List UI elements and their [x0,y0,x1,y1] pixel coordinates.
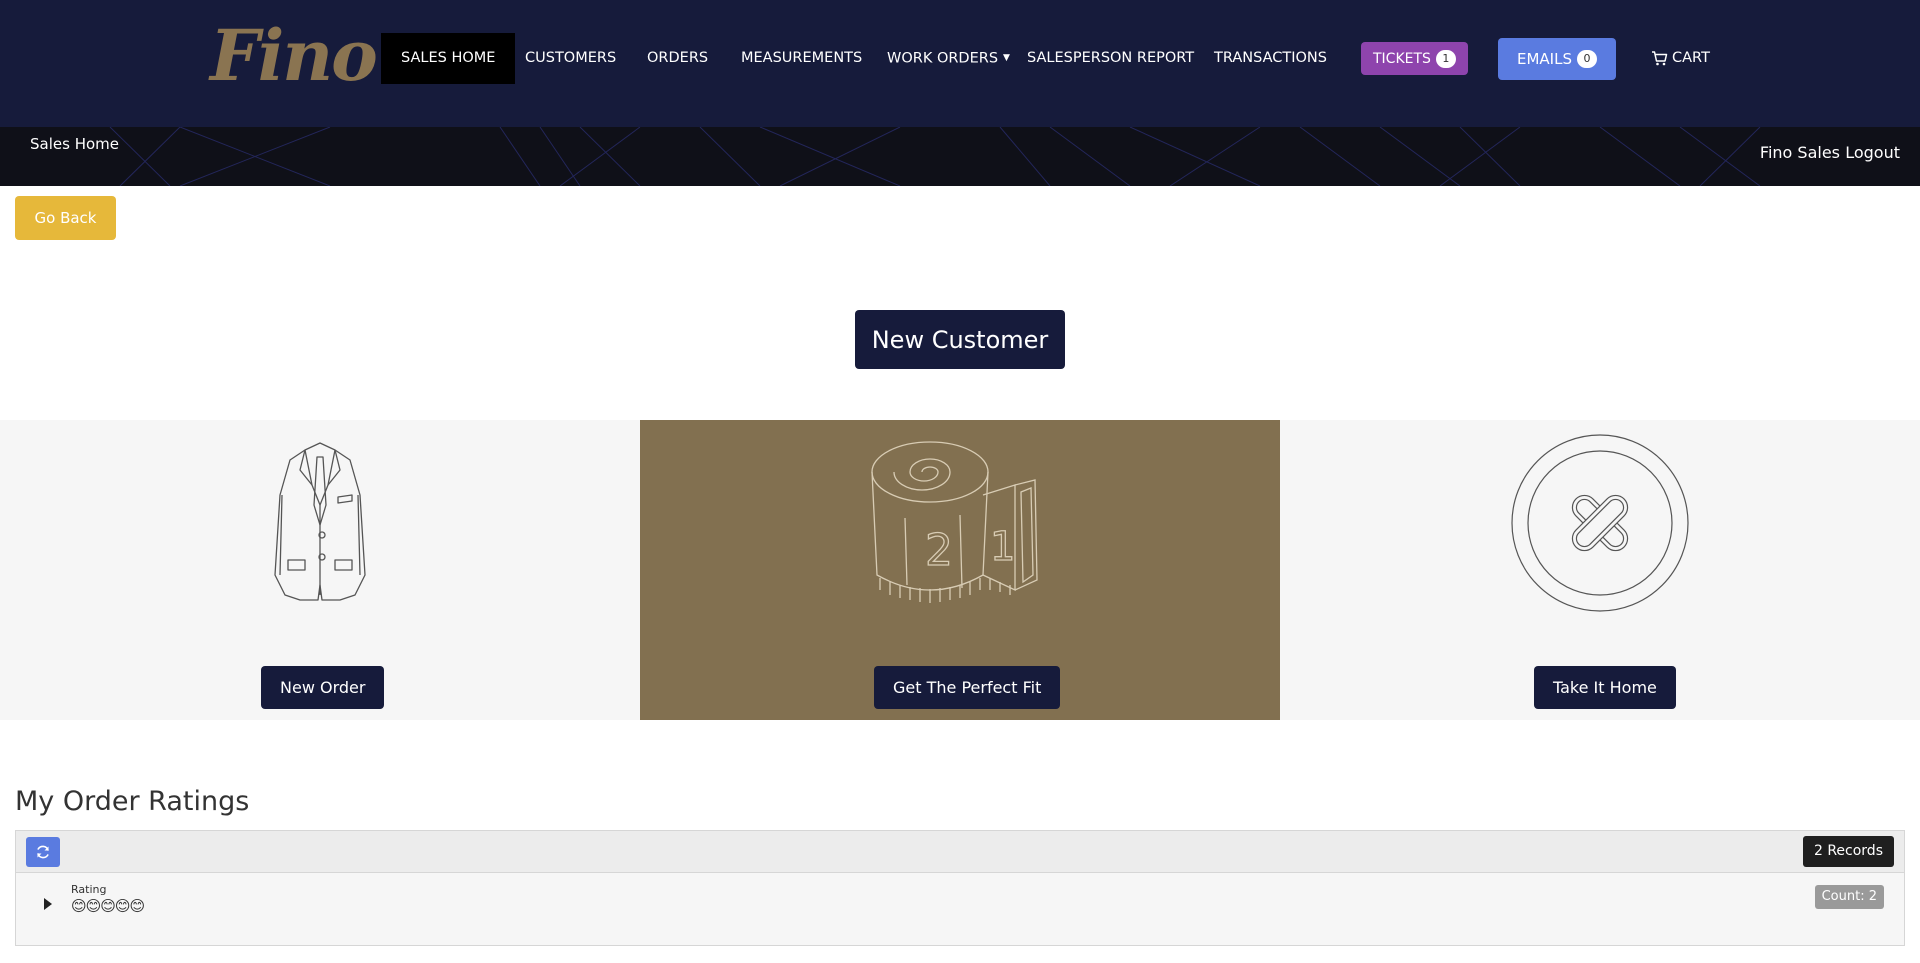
ratings-toolbar: 2 Records [16,831,1904,873]
group-rating-value: 😊😊😊😊😊 [71,897,145,915]
tickets-button[interactable]: TICKETS 1 [1361,42,1468,75]
group-count-badge: Count: 2 [1814,885,1884,909]
refresh-icon [37,845,49,859]
button-icon [1511,434,1689,612]
emails-label: EMAILS [1517,49,1572,68]
ratings-section-title: My Order Ratings [15,786,250,817]
geometric-pattern-background [109,127,1761,186]
nav-orders[interactable]: ORDERS [647,33,708,84]
table-group-row: Rating 😊😊😊😊😊 Count: 2 [16,873,1904,945]
chevron-down-icon: ▼ [1003,53,1010,63]
nav-transactions[interactable]: TRANSACTIONS [1214,33,1327,84]
nav-sales-home[interactable]: SALES HOME [381,33,516,84]
perfect-fit-tile: 2 1 Get The Perfect Fit [640,420,1280,720]
group-field-label: Rating [71,883,107,896]
nav-work-orders-label: WORK ORDERS [887,50,999,67]
user-name-link[interactable]: Fino Sales [1760,143,1840,162]
nav-customers[interactable]: CUSTOMERS [525,33,616,84]
go-back-button[interactable]: Go Back [15,196,116,240]
tickets-count-badge: 1 [1435,49,1456,68]
nav-measurements[interactable]: MEASUREMENTS [741,33,862,84]
new-order-button[interactable]: New Order [261,666,385,709]
cart-link[interactable]: CART [1651,33,1710,84]
refresh-button[interactable] [26,837,60,867]
nav-work-orders[interactable]: WORK ORDERS ▼ [887,33,1010,84]
breadcrumb: Sales Home [30,135,119,153]
svg-text:1: 1 [990,524,1015,570]
measuring-tape-icon: 2 1 [871,441,1038,603]
cart-label: CART [1672,50,1710,66]
expand-arrow-icon[interactable] [44,898,52,910]
emails-count-badge: 0 [1576,50,1597,68]
new-customer-button[interactable]: New Customer [855,310,1065,369]
emails-button[interactable]: EMAILS 0 [1498,38,1616,80]
new-order-tile: New Order [0,420,640,720]
ratings-grid: 2 Records Rating 😊😊😊😊😊 Count: 2 [15,830,1905,946]
logout-link[interactable]: Logout [1845,143,1900,162]
take-it-home-button[interactable]: Take It Home [1534,666,1676,709]
suit-jacket-icon [274,442,366,601]
records-count-badge: 2 Records [1802,836,1894,867]
svg-text:2: 2 [925,525,953,576]
perfect-fit-button[interactable]: Get The Perfect Fit [874,666,1061,709]
cart-icon [1652,50,1668,65]
brand-logo[interactable]: Fino [210,14,378,97]
nav-salesperson-report[interactable]: SALESPERSON REPORT [1027,33,1194,84]
take-it-home-tile: Take It Home [1280,420,1920,720]
top-navbar: Fino SALES HOME CUSTOMERS ORDERS MEASURE… [0,0,1920,127]
tickets-label: TICKETS [1373,50,1431,67]
sub-header-bar: Sales Home Fino Sales Logout [0,127,1920,186]
